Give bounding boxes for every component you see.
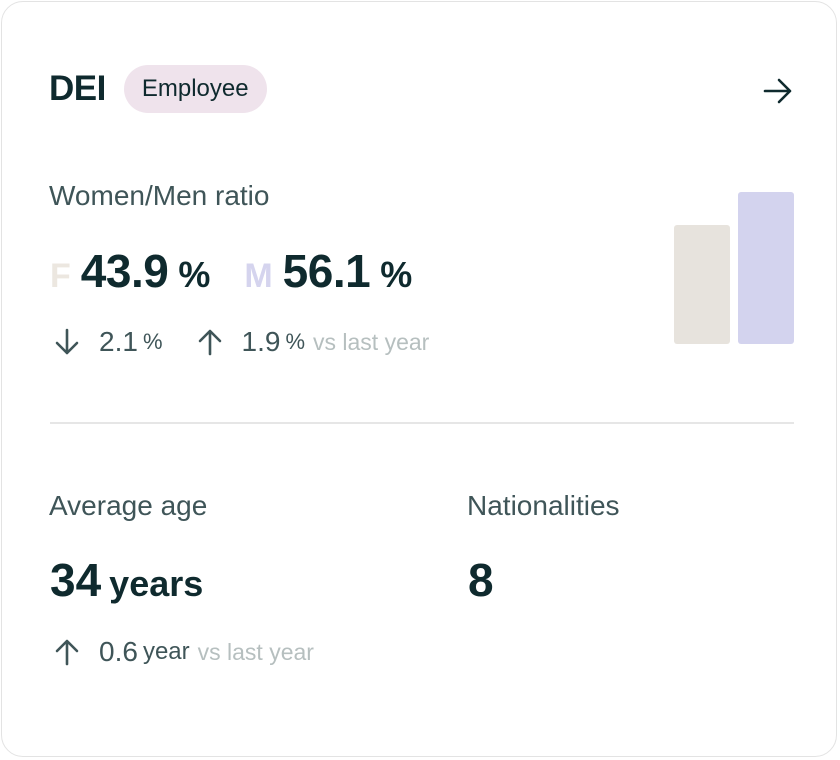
female-unit: % (178, 254, 211, 295)
ratio-change: 2.1 % 1.9 % vs last year (52, 322, 429, 362)
average-age-value: 34 (50, 554, 102, 606)
nationalities-label: Nationalities (467, 490, 620, 521)
average-age-compare-text: vs last year (197, 638, 314, 665)
female-change-value: 2.1 (99, 326, 138, 357)
ratio-label: Women/Men ratio (49, 180, 270, 211)
arrow-up-icon (52, 637, 82, 667)
female-change-unit: % (142, 329, 163, 354)
male-unit: % (380, 254, 413, 295)
average-age-change-value: 0.6 (99, 636, 138, 667)
arrow-down-icon (52, 327, 82, 357)
female-value: 43.9 (80, 245, 169, 297)
average-age-value-group: 34 years (50, 552, 203, 612)
average-age-label: Average age (49, 490, 208, 521)
average-age-unit: years (109, 563, 204, 604)
nationalities-value: 8 (468, 554, 494, 606)
ratio-compare-text: vs last year (313, 328, 430, 355)
female-bar (674, 225, 730, 344)
arrow-up-icon (195, 327, 225, 357)
card-title: DEI (49, 69, 106, 108)
male-bar (738, 192, 794, 344)
average-age-change: 0.6 year vs last year (52, 632, 314, 672)
section-divider (50, 422, 794, 424)
male-change-unit: % (285, 329, 305, 354)
card-header: DEI Employee (49, 65, 267, 113)
dei-card: DEI Employee Women/Men ratio F 43.9 % M … (1, 1, 837, 757)
male-letter: M (244, 257, 273, 295)
arrow-right-icon[interactable] (762, 76, 794, 106)
average-age-change-unit: year (142, 638, 190, 665)
male-change-value: 1.9 (241, 326, 281, 357)
male-value: 56.1 (282, 245, 371, 297)
ratio-values: F 43.9 % M 56.1 % (50, 244, 412, 298)
female-letter: F (50, 257, 71, 295)
ratio-bar-chart (674, 192, 794, 344)
employee-badge: Employee (123, 65, 267, 113)
